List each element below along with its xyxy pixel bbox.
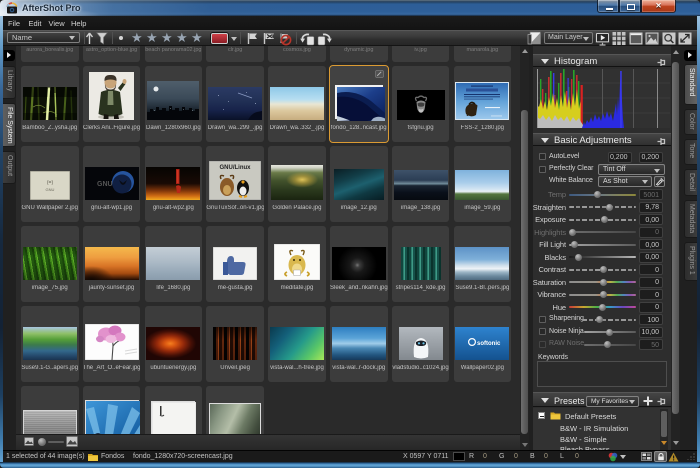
svg-text:GNU/Linux: GNU/Linux <box>220 165 252 171</box>
svg-text:(=): (=) <box>47 180 54 186</box>
svg-text:softonic: softonic <box>477 341 501 347</box>
svg-text:GNU: GNU <box>97 181 113 188</box>
svg-text:GNU: GNU <box>45 187 54 192</box>
